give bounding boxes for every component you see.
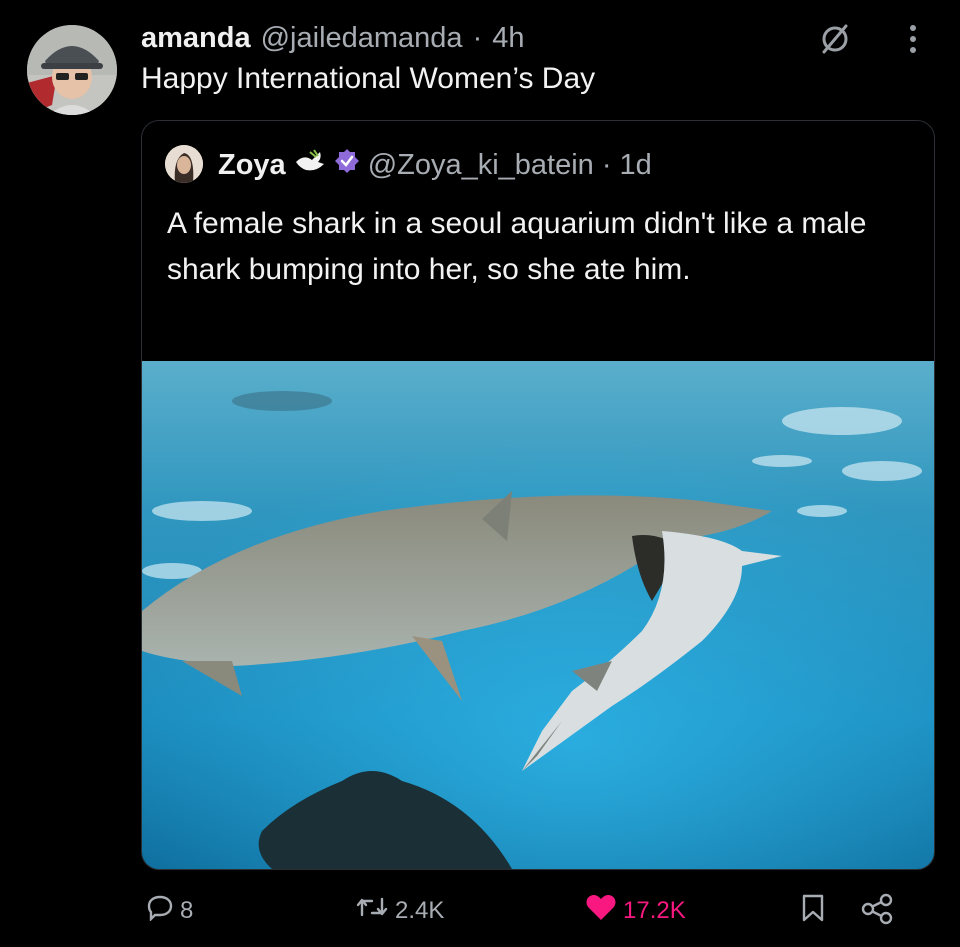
- reply-icon: [146, 893, 174, 928]
- repost-button[interactable]: 2.4K: [355, 893, 444, 928]
- action-bar: 8 2.4K 17.2K: [0, 893, 960, 933]
- reply-button[interactable]: 8: [146, 893, 193, 928]
- quote-text: A female shark in a seoul aquarium didn'…: [167, 207, 867, 286]
- post-time[interactable]: 4h: [492, 22, 524, 55]
- repost-count: 2.4K: [395, 896, 445, 924]
- quoted-post[interactable]: Zoya @Zoya_ki_batein · 1d A female shark…: [141, 120, 935, 870]
- quote-author-avatar[interactable]: [165, 145, 203, 183]
- verified-badge-icon: [334, 148, 360, 182]
- separator-dot: ·: [472, 21, 483, 54]
- share-icon: [860, 893, 894, 932]
- repost-icon: [355, 893, 389, 928]
- like-button[interactable]: 17.2K: [585, 893, 686, 928]
- author-handle[interactable]: @jailedamanda: [261, 22, 463, 55]
- like-count: 17.2K: [623, 896, 686, 924]
- quote-time[interactable]: 1d: [619, 149, 651, 182]
- share-button[interactable]: [860, 893, 894, 932]
- quote-header: Zoya @Zoya_ki_batein · 1d: [218, 148, 652, 182]
- author-avatar[interactable]: [27, 25, 117, 115]
- post-text: Happy International Women’s Day: [141, 62, 596, 95]
- reply-count: 8: [180, 896, 194, 924]
- more-icon[interactable]: [905, 22, 921, 61]
- post-media-image[interactable]: [142, 361, 934, 869]
- author-name[interactable]: amanda: [141, 22, 251, 55]
- post-header: amanda @jailedamanda · 4h: [141, 20, 525, 56]
- quote-author-handle[interactable]: @Zoya_ki_batein: [368, 149, 594, 182]
- mute-icon[interactable]: [818, 22, 852, 61]
- dove-icon: [294, 148, 326, 182]
- heart-icon: [585, 893, 617, 928]
- quote-author-name[interactable]: Zoya: [218, 149, 286, 182]
- quote-separator-dot: ·: [601, 148, 612, 181]
- bookmark-button[interactable]: [800, 893, 826, 930]
- bookmark-icon: [800, 893, 826, 930]
